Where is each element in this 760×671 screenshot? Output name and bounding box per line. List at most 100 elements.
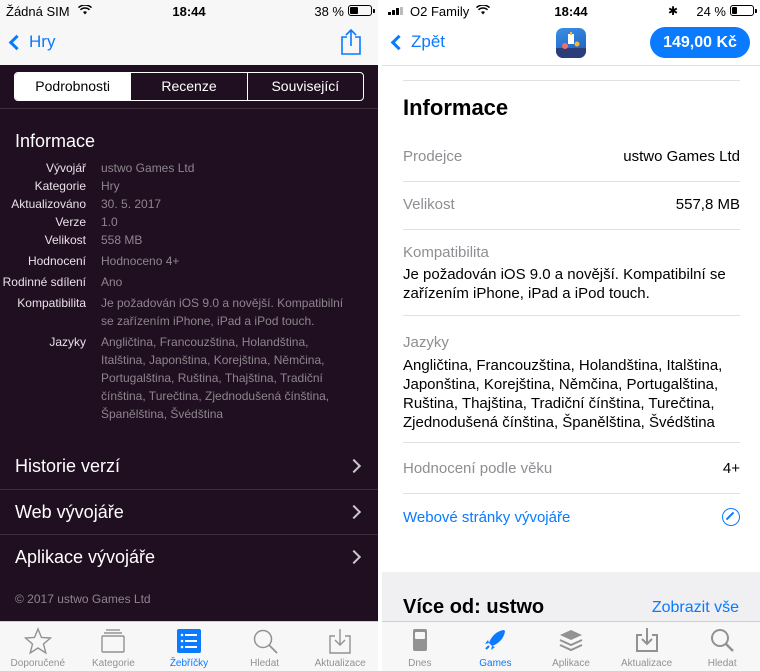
developer-apps-link[interactable]: Aplikace vývojáře [0, 534, 378, 579]
divider-line [403, 80, 740, 81]
info-row-age-rating: Hodnocení podle věku 4+ [403, 460, 740, 494]
tab-label: Kategorie [91, 658, 135, 669]
see-all-link[interactable]: Zobrazit vše [652, 599, 739, 617]
buy-price-button[interactable]: 149,00 Kč [650, 27, 750, 58]
info-key: Jazyky [49, 335, 86, 349]
tab-apps[interactable]: Aplikace [533, 622, 609, 671]
info-value: 30. 5. 2017 [101, 197, 162, 211]
back-button[interactable]: Hry [8, 32, 55, 52]
segmented-control-bar: Podrobnosti Recenze Související [0, 65, 378, 109]
info-table: Vývojář ustwo Games Ltd Kategorie Hry Aktu… [0, 159, 378, 423]
tab-label: Žebříčky [169, 658, 209, 669]
info-key: Kategorie [34, 179, 86, 193]
info-key: Jazyky [403, 334, 449, 351]
info-key: Hodnocení [27, 254, 86, 268]
back-button[interactable]: Zpět [390, 32, 445, 52]
link-label: Aplikace vývojáře [15, 547, 156, 567]
link-label: Historie verzí [15, 456, 121, 476]
categories-icon [101, 629, 126, 653]
chevron-right-icon [346, 458, 362, 474]
tab-updates[interactable]: Aktualizace [609, 622, 685, 671]
info-value: Je požadován iOS 9.0 a novější. Kompatib… [403, 266, 726, 302]
tab-search[interactable]: Hledat [227, 622, 303, 671]
info-key: Kompatibilita [17, 296, 86, 310]
compass-icon[interactable] [722, 508, 740, 526]
search-icon [711, 629, 735, 652]
info-value: 1.0 [101, 215, 118, 229]
info-value: 557,8 MB [675, 196, 740, 213]
info-value: Angličtina, Francouzština, Holandština, … [101, 335, 330, 421]
info-row-category: Kategorie Hry [0, 177, 378, 195]
app-icon [556, 28, 586, 58]
info-key: Velikost [403, 196, 455, 213]
link-label: Web vývojáře [15, 502, 124, 522]
info-key: Prodejce [403, 148, 463, 165]
tab-label: Doporučené [10, 658, 66, 669]
tab-games[interactable]: Games [458, 622, 534, 671]
bluetooth-icon: ✱ [667, 4, 678, 18]
tab-bar: Dnes Games Aplikace Aktualizace Hledat [382, 621, 760, 671]
version-history-link[interactable]: Historie verzí [0, 444, 378, 489]
tab-updates[interactable]: Aktualizace [302, 622, 378, 671]
info-key: Vývojář [45, 161, 86, 175]
info-value: Ano [101, 275, 123, 289]
info-value: Angličtina, Francouzština, Holandština, … [403, 357, 723, 431]
tab-top-charts[interactable]: Žebříčky [151, 622, 227, 671]
tab-featured[interactable]: Doporučené [0, 622, 76, 671]
chevron-left-icon [390, 34, 407, 50]
chevron-right-icon [346, 504, 362, 520]
apps-layers-icon [559, 630, 583, 652]
info-key: Verze [55, 215, 86, 229]
more-by-section: Více od: ustwo Zobrazit vše [382, 572, 760, 621]
updates-icon [635, 628, 658, 652]
info-value: 4+ [722, 460, 740, 477]
developer-website-link[interactable]: Webové stránky vývojáře [403, 509, 570, 526]
updates-icon [329, 629, 351, 654]
tab-search[interactable]: Hledat [684, 622, 760, 671]
star-icon [23, 627, 52, 655]
info-value: ustwo Games Ltd [101, 161, 195, 175]
segment-reviews[interactable]: Recenze [130, 73, 246, 100]
tab-today[interactable]: Dnes [382, 622, 458, 671]
search-icon [253, 629, 278, 654]
tab-label: Aktualizace [621, 658, 673, 669]
more-by-title: Více od: ustwo [403, 596, 545, 618]
tab-categories[interactable]: Kategorie [76, 622, 152, 671]
tab-label: Hledat [250, 658, 280, 669]
share-icon[interactable] [340, 28, 362, 56]
tab-bar: Doporučené Kategorie Žebříčky Hledat Akt… [0, 621, 378, 671]
info-value: 558 MB [101, 233, 143, 247]
left-screen: Žádná SIM 18:44 38 % Hry Podrobnosti Rec… [0, 0, 378, 671]
battery-percent: 24 % [696, 4, 726, 19]
info-row-version: Verze 1.0 [0, 213, 378, 231]
info-row-family-sharing: Rodinné sdílení Ano [0, 273, 378, 291]
segmented-control: Podrobnosti Recenze Související [14, 72, 364, 101]
info-row-rating: Hodnocení Hodnoceno 4+ [0, 252, 378, 270]
info-row-compatibility: Kompatibilita Je požadován iOS 9.0 a nově… [0, 294, 378, 330]
info-key: Rodinné sdílení [2, 275, 86, 289]
info-row-size: Velikost 557,8 MB [403, 196, 740, 230]
chevron-left-icon [8, 34, 25, 50]
info-value: Hry [101, 179, 120, 193]
tab-label: Aplikace [552, 658, 590, 669]
info-row-seller: Prodejce ustwo Games Ltd [403, 148, 740, 182]
info-key: Aktualizováno [11, 197, 86, 211]
info-key: Hodnocení podle věku [403, 460, 553, 477]
back-label: Zpět [411, 32, 446, 51]
battery-icon [348, 5, 375, 16]
info-value: ustwo Games Ltd [623, 148, 740, 165]
segment-related[interactable]: Související [246, 73, 363, 100]
tab-label: Games [479, 658, 512, 669]
tab-label: Aktualizace [314, 658, 366, 669]
nav-bar: Zpět 149,00 Kč [382, 22, 760, 66]
segment-details[interactable]: Podrobnosti [15, 73, 131, 100]
developer-website-link[interactable]: Web vývojáře [0, 489, 378, 534]
today-icon [412, 629, 427, 651]
info-row-size: Velikost 558 MB [0, 231, 378, 249]
copyright: © 2017 ustwo Games Ltd [15, 592, 151, 606]
back-label: Hry [29, 32, 56, 51]
status-bar: Žádná SIM 18:44 38 % [0, 0, 378, 22]
info-value: Hodnoceno 4+ [101, 254, 180, 268]
top-charts-icon [176, 629, 201, 653]
info-heading: Informace [403, 95, 509, 120]
